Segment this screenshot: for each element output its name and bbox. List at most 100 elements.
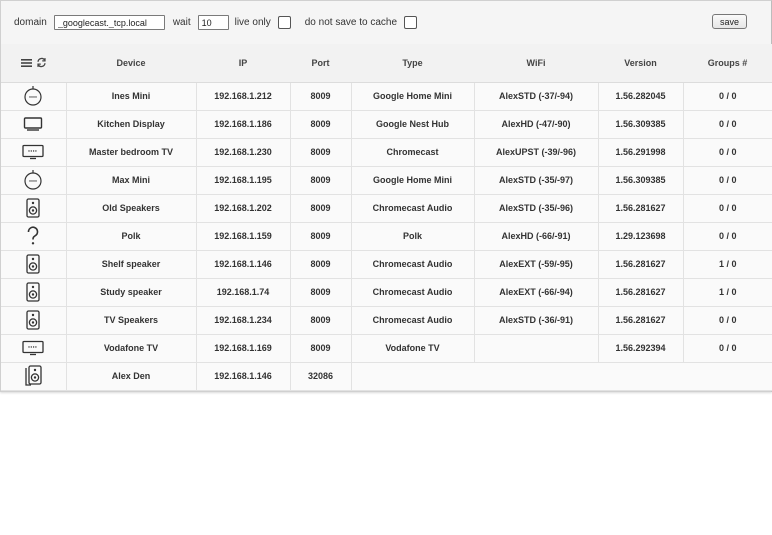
- live-only-label: live only: [234, 17, 271, 28]
- ip-cell: 192.168.1.230: [196, 138, 291, 167]
- version-cell: 1.56.281627: [598, 306, 684, 335]
- device-name-cell: Ines Mini: [66, 82, 197, 111]
- device-name-cell: Polk: [66, 222, 197, 251]
- wifi-cell: [474, 334, 599, 363]
- device-icon-cell: [1, 334, 67, 363]
- port-cell: 8009: [290, 250, 352, 279]
- device-icon-cell: [1, 166, 67, 195]
- port-cell: 8009: [290, 278, 352, 307]
- table-row[interactable]: Polk 192.168.1.159 8009 Polk AlexHD (-66/-91…: [1, 222, 772, 251]
- table-row[interactable]: Study speaker 192.168.1.74 8009 Chromecast …: [1, 278, 772, 307]
- menu-icon[interactable]: [20, 58, 32, 68]
- header-icons: [1, 44, 66, 83]
- version-cell: 1.56.292394: [598, 334, 684, 363]
- table-row[interactable]: Ines Mini 192.168.1.212 8009 Google Home Mi…: [1, 82, 772, 111]
- wait-input[interactable]: [197, 15, 229, 30]
- ip-cell: 192.168.1.74: [196, 278, 291, 307]
- groups-cell: 1 / 0: [683, 278, 772, 307]
- ip-cell: 192.168.1.146: [196, 250, 291, 279]
- type-cell: Chromecast Audio: [351, 306, 475, 335]
- table-row[interactable]: Master bedroom TV 192.168.1.230 8009 Chrome…: [1, 138, 772, 167]
- speaker-icon: [1, 282, 66, 302]
- speaker-icon: [1, 254, 66, 274]
- device-icon-cell: [1, 138, 67, 167]
- header-port[interactable]: Port: [290, 44, 351, 83]
- device-table: Device IP Port Type WiFi Version Groups …: [1, 44, 772, 391]
- table-row[interactable]: Max Mini 192.168.1.195 8009 Google Home Min…: [1, 166, 772, 195]
- table-row[interactable]: Alex Den 192.168.1.146 32086: [1, 362, 772, 391]
- device-name-cell: Old Speakers: [66, 194, 197, 223]
- groups-cell: 1 / 0: [683, 250, 772, 279]
- version-cell: 1.56.291998: [598, 138, 684, 167]
- table-row[interactable]: Kitchen Display 192.168.1.186 8009 Google N…: [1, 110, 772, 139]
- speaker-group-icon: [1, 365, 66, 387]
- device-icon-cell: [1, 278, 67, 307]
- type-cell: Chromecast Audio: [351, 278, 475, 307]
- question-icon: [1, 226, 66, 246]
- header-type[interactable]: Type: [351, 44, 474, 83]
- empty-cell: [351, 362, 772, 391]
- port-cell: 32086: [290, 362, 352, 391]
- wifi-cell: AlexEXT (-66/-94): [474, 278, 599, 307]
- header-version[interactable]: Version: [598, 44, 683, 83]
- type-cell: Vodafone TV: [351, 334, 475, 363]
- port-cell: 8009: [290, 194, 352, 223]
- ip-cell: 192.168.1.195: [196, 166, 291, 195]
- domain-input[interactable]: [53, 15, 165, 30]
- device-icon-cell: [1, 110, 67, 139]
- header-ip[interactable]: IP: [196, 44, 290, 83]
- ip-cell: 192.168.1.169: [196, 334, 291, 363]
- port-cell: 8009: [290, 110, 352, 139]
- version-cell: 1.56.281627: [598, 194, 684, 223]
- header-wifi[interactable]: WiFi: [474, 44, 598, 83]
- device-name-cell: Max Mini: [66, 166, 197, 195]
- refresh-icon[interactable]: [36, 57, 47, 68]
- ip-cell: 192.168.1.234: [196, 306, 291, 335]
- version-cell: 1.56.309385: [598, 166, 684, 195]
- port-cell: 8009: [290, 334, 352, 363]
- tv-icon: [1, 340, 66, 356]
- ip-cell: 192.168.1.186: [196, 110, 291, 139]
- speaker-icon: [1, 310, 66, 330]
- groups-cell: 0 / 0: [683, 110, 772, 139]
- device-icon-cell: [1, 306, 67, 335]
- google-home-mini-icon: [1, 170, 66, 190]
- table-row[interactable]: Shelf speaker 192.168.1.146 8009 Chromecast…: [1, 250, 772, 279]
- header-groups[interactable]: Groups #: [683, 44, 772, 83]
- groups-cell: 0 / 0: [683, 138, 772, 167]
- live-only-checkbox[interactable]: [277, 16, 291, 29]
- device-icon-cell: [1, 362, 67, 391]
- type-cell: Google Nest Hub: [351, 110, 475, 139]
- table-row[interactable]: Old Speakers 192.168.1.202 8009 Chromecast …: [1, 194, 772, 223]
- groups-cell: 0 / 0: [683, 194, 772, 223]
- wifi-cell: AlexEXT (-59/-95): [474, 250, 599, 279]
- ip-cell: 192.168.1.146: [196, 362, 291, 391]
- toolbar: domain wait live only do not save to cac…: [1, 1, 771, 44]
- device-name-cell: Study speaker: [66, 278, 197, 307]
- wait-label: wait: [172, 17, 191, 28]
- device-icon-cell: [1, 82, 67, 111]
- port-cell: 8009: [290, 82, 352, 111]
- groups-cell: 0 / 0: [683, 222, 772, 251]
- port-cell: 8009: [290, 166, 352, 195]
- save-button[interactable]: save: [712, 14, 747, 29]
- domain-label: domain: [14, 17, 47, 28]
- device-icon-cell: [1, 222, 67, 251]
- no-cache-checkbox[interactable]: [404, 16, 418, 29]
- groups-cell: 0 / 0: [683, 334, 772, 363]
- type-cell: Polk: [351, 222, 475, 251]
- ip-cell: 192.168.1.202: [196, 194, 291, 223]
- google-home-mini-icon: [1, 86, 66, 106]
- type-cell: Google Home Mini: [351, 166, 475, 195]
- wifi-cell: AlexHD (-47/-90): [474, 110, 599, 139]
- device-panel: domain wait live only do not save to cac…: [0, 0, 772, 392]
- version-cell: 1.29.123698: [598, 222, 684, 251]
- device-name-cell: Kitchen Display: [66, 110, 197, 139]
- tv-icon: [1, 144, 66, 160]
- ip-cell: 192.168.1.212: [196, 82, 291, 111]
- table-row[interactable]: TV Speakers 192.168.1.234 8009 Chromecast A…: [1, 306, 772, 335]
- table-row[interactable]: Vodafone TV 192.168.1.169 8009 Vodafone TV 1…: [1, 334, 772, 363]
- header-device[interactable]: Device: [66, 44, 196, 83]
- device-icon-cell: [1, 250, 67, 279]
- device-name-cell: Master bedroom TV: [66, 138, 197, 167]
